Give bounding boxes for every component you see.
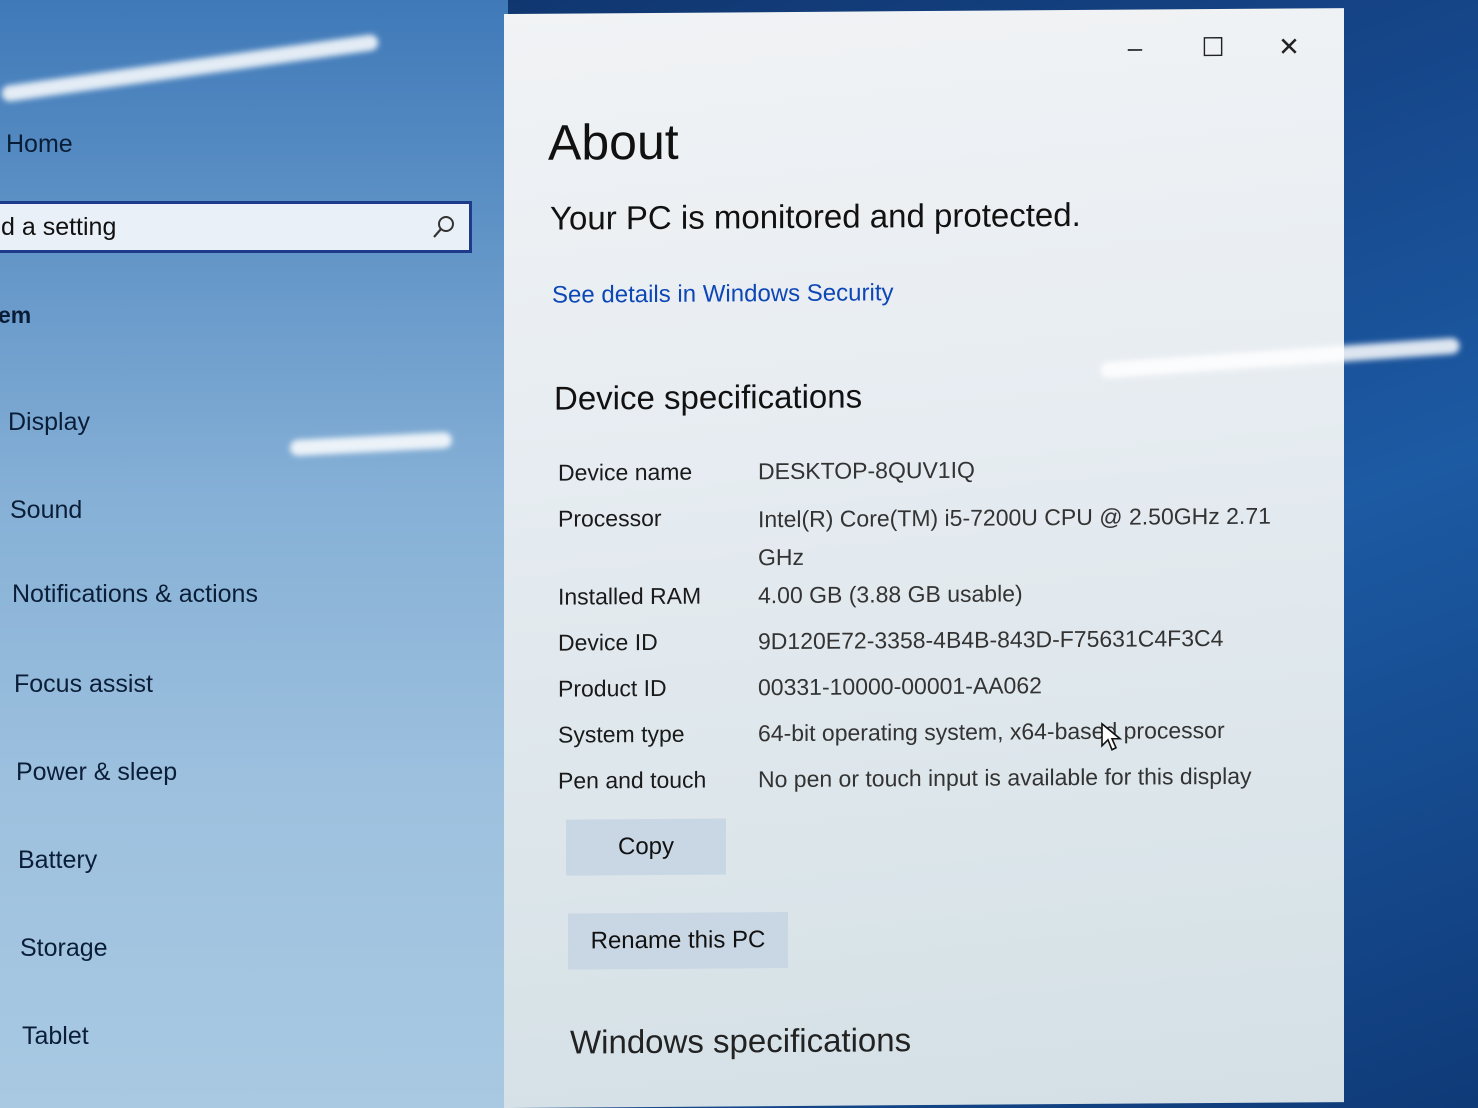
minimize-button[interactable]: – (1110, 27, 1160, 67)
spec-value: DESKTOP-8QUV1IQ (758, 456, 975, 485)
sidebar-item-tablet[interactable]: Tablet (22, 1014, 502, 1058)
spec-value: No pen or touch input is available for t… (758, 762, 1252, 793)
protection-status-heading: Your PC is monitored and protected. (550, 195, 1081, 237)
sidebar-home[interactable]: Home (6, 130, 73, 159)
spec-label: Device name (558, 458, 693, 486)
search-icon[interactable] (431, 214, 457, 240)
search-box[interactable] (0, 201, 472, 253)
about-window: – ☐ ✕ About Your PC is monitored and pro… (504, 8, 1344, 1108)
rename-pc-button[interactable]: Rename this PC (568, 912, 788, 970)
device-specs-heading: Device specifications (554, 377, 863, 417)
spec-value: 00331-10000-00001-AA062 (758, 672, 1042, 701)
sidebar-item-focus-assist[interactable]: Focus assist (14, 662, 494, 706)
close-button[interactable]: ✕ (1264, 26, 1314, 66)
spec-value: 9D120E72-3358-4B4B-843D-F75631C4F3C4 (758, 624, 1224, 655)
spec-label: Pen and touch (558, 766, 707, 794)
spec-label: Device ID (558, 628, 658, 656)
sidebar-item-power-sleep[interactable]: Power & sleep (16, 750, 496, 794)
search-input[interactable] (0, 204, 417, 250)
spec-value: 4.00 GB (3.88 GB usable) (758, 580, 1023, 609)
spec-value: 64-bit operating system, x64-based proce… (758, 716, 1225, 747)
windows-security-link[interactable]: See details in Windows Security (552, 279, 893, 309)
spec-label: System type (558, 720, 685, 748)
sidebar-item-battery[interactable]: Battery (18, 838, 498, 882)
spec-value: Intel(R) Core(TM) i5-7200U CPU @ 2.50GHz… (758, 502, 1271, 571)
spec-label: Processor (558, 504, 662, 532)
sidebar-item-notifications[interactable]: Notifications & actions (12, 572, 492, 616)
sidebar-item-sound[interactable]: Sound (10, 488, 490, 532)
spec-label: Product ID (558, 674, 667, 702)
sidebar-item-storage[interactable]: Storage (20, 926, 500, 970)
mouse-pointer-icon (1101, 722, 1122, 751)
copy-button[interactable]: Copy (566, 818, 726, 876)
page-title: About (548, 113, 679, 171)
maximize-button[interactable]: ☐ (1188, 27, 1238, 67)
windows-specs-heading: Windows specifications (570, 1021, 912, 1061)
spec-label: Installed RAM (558, 582, 702, 610)
sidebar-section-label: em (0, 302, 32, 328)
settings-sidebar: Home em Display Sound Notifications & ac… (0, 0, 508, 1108)
